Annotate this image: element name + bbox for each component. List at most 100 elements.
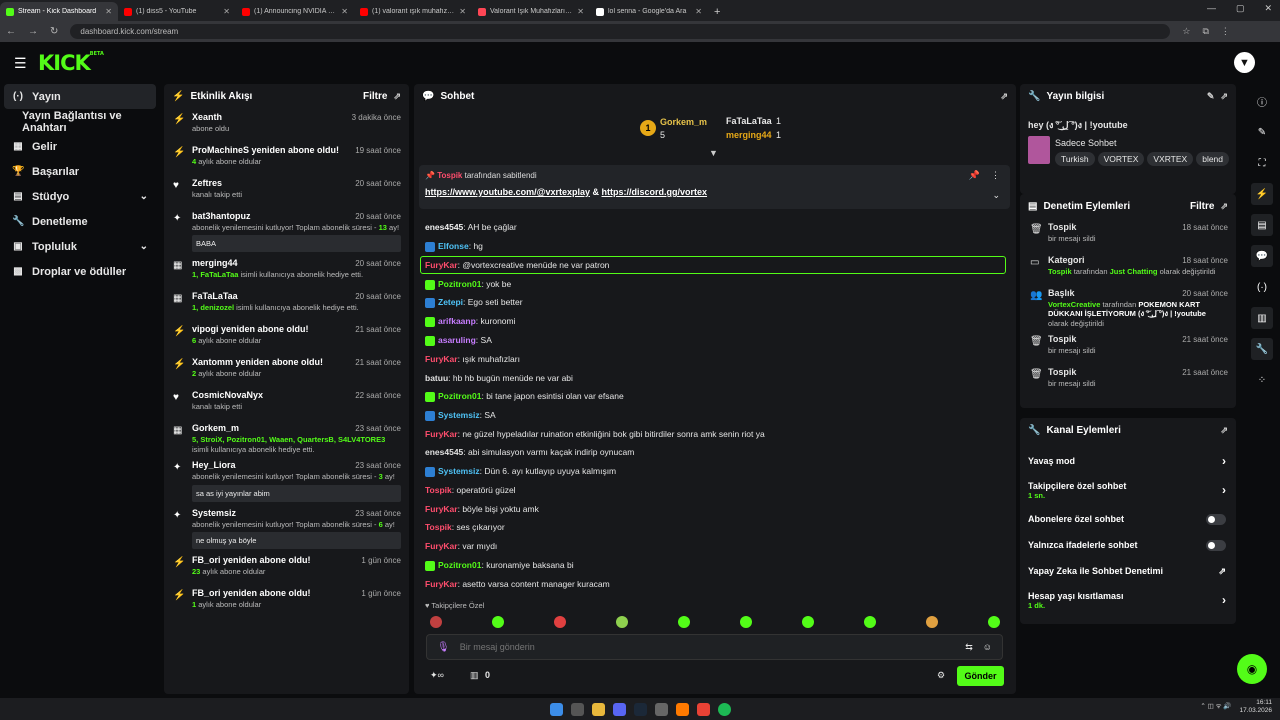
tab-close-icon[interactable]: ✕ bbox=[105, 7, 112, 16]
chat-username[interactable]: asaruling bbox=[438, 335, 476, 345]
points-icon[interactable]: ✦∞ bbox=[430, 670, 444, 681]
hamburger-menu-icon[interactable]: ☰ bbox=[14, 55, 27, 72]
tab-close-icon[interactable]: ✕ bbox=[459, 7, 466, 16]
extensions-icon[interactable]: ⧉ bbox=[1202, 26, 1208, 37]
steam-icon[interactable] bbox=[633, 702, 647, 716]
chat-username[interactable]: enes4545 bbox=[425, 447, 463, 457]
chat-username[interactable]: arifkaanp bbox=[438, 316, 476, 326]
spotify-icon[interactable] bbox=[717, 702, 731, 716]
browser-tab[interactable]: lol senna - Google'da Ara ✕ bbox=[590, 2, 708, 21]
chat-username[interactable]: FuryKar bbox=[425, 579, 458, 589]
reload-icon[interactable]: ↻ bbox=[50, 26, 58, 37]
clock[interactable]: 16:11 17.03.2026 bbox=[1239, 699, 1272, 715]
edit-icon[interactable]: ✎ bbox=[1207, 91, 1215, 102]
kick-logo[interactable]: KICKBETA bbox=[38, 51, 104, 75]
tray-icons[interactable]: ⌃ ◫ ᯤ 🔊 bbox=[1200, 703, 1231, 711]
chevron-right-icon[interactable]: › bbox=[1222, 593, 1226, 607]
gift-icon[interactable]: ▥ bbox=[470, 670, 479, 681]
chat-username[interactable]: FuryKar bbox=[425, 504, 458, 514]
emote-icon[interactable] bbox=[554, 616, 566, 628]
toggle-switch[interactable] bbox=[1206, 539, 1226, 551]
browser-tab[interactable]: (1) valorant ışık muhafızı - YouT ✕ bbox=[354, 2, 472, 21]
tab-close-icon[interactable]: ✕ bbox=[695, 7, 702, 16]
browser-tab[interactable]: (1) Announcing NVIDIA DLSS 5 ✕ bbox=[236, 2, 354, 21]
microphone-icon[interactable]: 🎙 bbox=[437, 642, 450, 653]
sidebar-item[interactable]: ▣ Topluluk ⌄ bbox=[0, 234, 160, 259]
collapse-icon[interactable]: ▼ bbox=[709, 148, 718, 158]
broadcast-icon[interactable]: (·) bbox=[1251, 276, 1273, 298]
discord-icon[interactable] bbox=[612, 702, 626, 716]
info-icon[interactable]: ⓘ bbox=[1251, 90, 1273, 112]
chat-username[interactable]: batuu bbox=[425, 373, 448, 383]
minimize-icon[interactable]: — bbox=[1207, 3, 1216, 14]
tab-close-icon[interactable]: ✕ bbox=[341, 7, 348, 16]
mod-actions-filter[interactable]: Filtre bbox=[1190, 201, 1214, 212]
stream-tag[interactable]: VXRTEX bbox=[1147, 152, 1194, 166]
chat-username[interactable]: FuryKar bbox=[425, 260, 458, 270]
back-icon[interactable]: ← bbox=[6, 26, 16, 37]
maximize-icon[interactable]: ▢ bbox=[1236, 3, 1245, 14]
stream-tag[interactable]: Turkish bbox=[1055, 152, 1095, 166]
pencil-icon[interactable]: ✎ bbox=[1251, 121, 1273, 143]
emote-icon[interactable] bbox=[616, 616, 628, 628]
browser-tab[interactable]: Valorant Işık Muhafızları Operas ✕ bbox=[472, 2, 590, 21]
pinned-link-youtube[interactable]: https://www.youtube.com/@vxrtexplay bbox=[425, 187, 590, 197]
apps-icon[interactable]: ⁘ bbox=[1251, 369, 1273, 391]
channel-action-item[interactable]: Yavaş mod › bbox=[1020, 448, 1236, 474]
send-button[interactable]: Gönder bbox=[957, 666, 1004, 686]
wrench-icon[interactable]: 🔧 bbox=[1251, 338, 1273, 360]
chat-input[interactable] bbox=[459, 642, 956, 652]
pin-more-icon[interactable]: ⋮ bbox=[991, 170, 1000, 181]
sidebar-item[interactable]: ▦ Gelir bbox=[0, 134, 160, 159]
emote-icon[interactable] bbox=[740, 616, 752, 628]
channel-action-item[interactable]: Yasaklanmış kelimeler› bbox=[1020, 616, 1236, 624]
sidebar-item[interactable]: ▤ Stüdyo ⌄ bbox=[0, 184, 160, 209]
search-icon[interactable] bbox=[570, 702, 584, 716]
chat-icon[interactable]: 💬 bbox=[1251, 245, 1273, 267]
chat-username[interactable]: Tospik bbox=[425, 485, 452, 495]
channel-action-item[interactable]: Takipçilere özel sohbet 1 sn. › bbox=[1020, 474, 1236, 506]
chevron-down-icon[interactable]: ⌄ bbox=[140, 241, 148, 252]
user-avatar[interactable]: ▼ bbox=[1234, 52, 1255, 73]
stream-info-popout-icon[interactable]: ⇗ bbox=[1220, 91, 1228, 102]
channel-action-item[interactable]: Abonelere özel sohbet bbox=[1020, 506, 1236, 532]
category-name[interactable]: Sadece Sohbet bbox=[1055, 138, 1117, 148]
chat-username[interactable]: Elfonse bbox=[438, 241, 469, 251]
sidebar-item[interactable]: (·) Yayın bbox=[4, 84, 156, 109]
sidebar-item[interactable]: 🏆 Başarılar bbox=[0, 159, 160, 184]
unpin-icon[interactable]: 📌 bbox=[969, 170, 980, 181]
tab-close-icon[interactable]: ✕ bbox=[223, 7, 230, 16]
chrome-icon[interactable] bbox=[696, 702, 710, 716]
sidebar-item[interactable]: 🔧 Denetleme bbox=[0, 209, 160, 234]
emote-icon[interactable] bbox=[802, 616, 814, 628]
channel-action-item[interactable]: Yapay Zeka ile Sohbet Denetimi ⇗ bbox=[1020, 558, 1236, 584]
external-link-icon[interactable]: ⇗ bbox=[1218, 566, 1226, 577]
chat-username[interactable]: Pozitron01 bbox=[438, 560, 481, 570]
chat-username[interactable]: Tospik bbox=[425, 522, 452, 532]
tab-close-icon[interactable]: ✕ bbox=[577, 7, 584, 16]
sidebar-item[interactable]: Yayın Bağlantısı ve Anahtarı bbox=[0, 109, 160, 134]
windows-start-icon[interactable] bbox=[549, 702, 563, 716]
gifter-name-3[interactable]: merging44 bbox=[726, 130, 772, 140]
chevron-right-icon[interactable]: › bbox=[1222, 483, 1226, 497]
chat-popout-icon[interactable]: ⇗ bbox=[1000, 91, 1008, 102]
help-fab-button[interactable]: ◉ bbox=[1237, 654, 1267, 684]
new-tab-icon[interactable]: + bbox=[714, 6, 720, 18]
popout-icon[interactable]: ⇗ bbox=[393, 91, 401, 102]
chat-username[interactable]: FuryKar bbox=[425, 429, 458, 439]
browser-menu-icon[interactable]: ⋮ bbox=[1221, 26, 1230, 37]
chat-username[interactable]: FuryKar bbox=[425, 354, 458, 364]
emote-icon[interactable] bbox=[926, 616, 938, 628]
pinned-by-user[interactable]: Tospik bbox=[437, 171, 462, 180]
address-bar[interactable]: dashboard.kick.com/stream bbox=[70, 24, 1171, 39]
chevron-down-icon[interactable]: ⌄ bbox=[140, 191, 148, 202]
pin-expand-icon[interactable]: ⌄ bbox=[992, 190, 1000, 201]
pinned-link-discord[interactable]: https://discord.gg/vortex bbox=[602, 187, 708, 197]
stream-tag[interactable]: blend bbox=[1196, 152, 1230, 166]
chat-settings-icon[interactable]: ⚙ bbox=[937, 670, 945, 681]
emote-icon[interactable] bbox=[678, 616, 690, 628]
channel-action-item[interactable]: Hesap yaşı kısıtlaması 1 dk. › bbox=[1020, 584, 1236, 616]
lightning-icon[interactable]: ⚡ bbox=[1251, 183, 1273, 205]
channel-action-item[interactable]: Yalnızca ifadelerle sohbet bbox=[1020, 532, 1236, 558]
translate-icon[interactable]: ⇆ bbox=[965, 642, 973, 653]
